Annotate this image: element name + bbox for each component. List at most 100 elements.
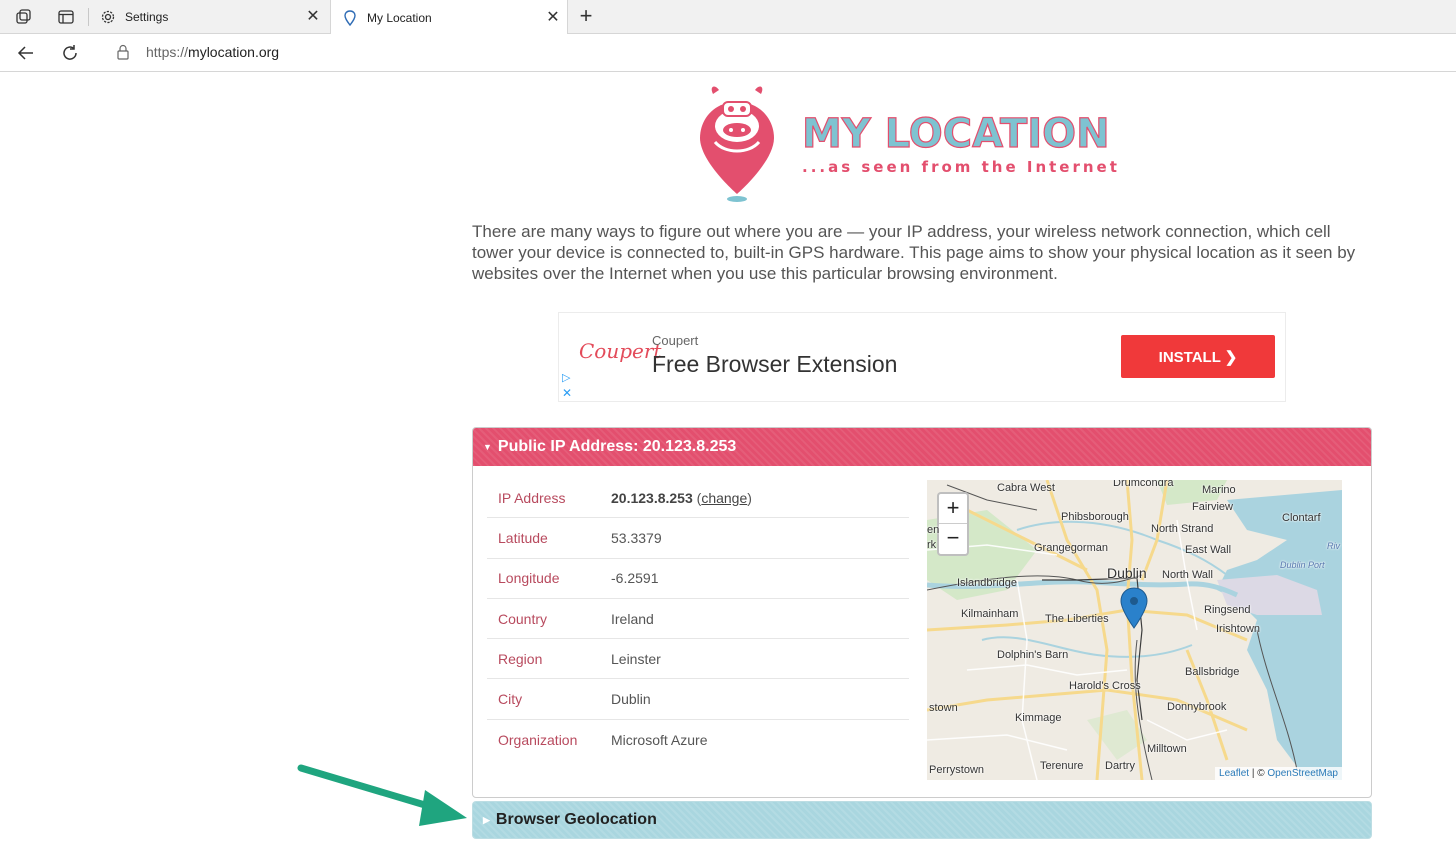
location-pin-icon — [341, 9, 359, 27]
caret-right-icon: ▶ — [483, 814, 490, 825]
table-row: Longitude -6.2591 — [487, 559, 909, 599]
map-label: Clontarf — [1282, 512, 1321, 524]
url-protocol: https:// — [146, 44, 189, 60]
map-label: Phibsborough — [1061, 511, 1129, 523]
map-label: Irishtown — [1216, 623, 1261, 635]
map-label: Perrystown — [929, 764, 985, 776]
map-label: Drumcondra — [1113, 480, 1174, 489]
row-key: IP Address — [498, 489, 566, 506]
close-tab-icon[interactable]: ✕ — [305, 9, 321, 25]
location-map[interactable]: + − Cabra West Drumcondra Marino Fairvie… — [927, 480, 1342, 780]
attribution-separator: | © — [1249, 768, 1268, 779]
ad-logo: Coupert — [579, 339, 662, 363]
public-ip-title: Public IP Address: 20.123.8.253 — [497, 438, 737, 455]
ad-close-icon[interactable]: ✕ — [562, 386, 572, 400]
row-value: 20.123.8.253 (change) — [611, 489, 752, 506]
map-label: Milltown — [1147, 743, 1187, 755]
workspaces-icon[interactable] — [14, 7, 34, 27]
gear-icon — [99, 8, 117, 26]
row-key: Region — [498, 650, 543, 667]
tab-strip: Settings ✕ My Location ✕ + — [0, 0, 1456, 35]
map-label: East Wall — [1185, 544, 1232, 556]
map-label: Grangegorman — [1034, 542, 1108, 554]
map-label: Dolphin's Barn — [997, 649, 1069, 661]
map-label: Cabra West — [997, 482, 1055, 494]
table-row: City Dublin — [487, 679, 909, 720]
new-tab-button[interactable]: + — [574, 5, 598, 29]
map-label: Dublin — [1107, 565, 1147, 581]
tab-title: My Location — [367, 10, 432, 25]
intro-text: There are many ways to figure out where … — [472, 222, 1356, 283]
map-label: stown — [929, 702, 958, 714]
map-label: Ballsbridge — [1185, 666, 1240, 678]
logo-title: MY LOCATION — [802, 111, 1110, 157]
table-row: Organization Microsoft Azure — [487, 720, 909, 760]
tab-my-location[interactable]: My Location ✕ — [330, 0, 568, 35]
table-row: IP Address 20.123.8.253 (change) — [487, 478, 909, 519]
url-field[interactable]: https://mylocation.org — [146, 44, 279, 60]
ad-choices-icon[interactable]: ▷ — [562, 371, 570, 384]
row-value: Microsoft Azure — [611, 731, 708, 748]
lock-icon[interactable] — [116, 44, 132, 62]
map-label: Fairview — [1192, 501, 1233, 513]
url-host: mylocation.org — [188, 44, 280, 60]
address-bar: https://mylocation.org — [0, 34, 1456, 72]
change-link[interactable]: change — [701, 490, 747, 506]
leaflet-link[interactable]: Leaflet — [1219, 768, 1249, 779]
refresh-button[interactable] — [59, 42, 81, 64]
osm-link[interactable]: OpenStreetMap — [1267, 768, 1338, 779]
browser-geolocation-title: Browser Geolocation — [495, 811, 657, 828]
tab-title: Settings — [125, 10, 169, 24]
map-label: Kimmage — [1015, 712, 1062, 724]
zoom-in-button[interactable]: + — [939, 494, 967, 524]
map-label: North Wall — [1162, 569, 1213, 581]
ip-info-table: IP Address 20.123.8.253 (change) Latitud… — [487, 478, 909, 760]
cow-pin-icon: MY LOCATION ...as seen from the Internet — [700, 86, 1120, 202]
site-logo[interactable]: MY LOCATION ...as seen from the Internet — [695, 82, 1135, 202]
map-tiles — [927, 480, 1342, 780]
zoom-out-button[interactable]: − — [939, 524, 967, 554]
install-button[interactable]: INSTALL ❯ — [1121, 335, 1275, 378]
ad-banner[interactable]: Coupert Coupert Free Browser Extension I… — [558, 312, 1286, 402]
close-tab-icon[interactable]: ✕ — [545, 9, 561, 26]
browser-geolocation-header[interactable]: ▶ Browser Geolocation — [472, 801, 1372, 839]
row-value: 53.3379 — [611, 529, 662, 546]
refresh-icon — [63, 45, 77, 60]
map-label: Marino — [1202, 484, 1236, 496]
map-label: Kilmainham — [961, 608, 1019, 620]
public-ip-header[interactable]: ▼ Public IP Address: 20.123.8.253 — [473, 428, 1371, 466]
row-value: Leinster — [611, 650, 661, 667]
back-button[interactable] — [15, 42, 37, 64]
table-row: Latitude 53.3379 — [487, 518, 909, 559]
annotation-arrow-icon — [297, 764, 467, 826]
ip-value: 20.123.8.253 — [611, 489, 693, 506]
row-key: Longitude — [498, 570, 560, 587]
ad-title: Free Browser Extension — [652, 351, 898, 377]
map-zoom-control: + − — [937, 492, 969, 556]
map-label: North Strand — [1151, 523, 1214, 535]
row-value: Ireland — [611, 610, 654, 627]
map-label: Riv — [1327, 541, 1340, 551]
vertical-tabs-icon[interactable] — [56, 7, 76, 27]
tab-settings[interactable]: Settings ✕ — [89, 0, 327, 34]
row-key: City — [498, 691, 523, 708]
map-attribution: Leaflet | © OpenStreetMap — [1215, 767, 1342, 780]
logo-tagline: ...as seen from the Internet — [802, 158, 1120, 176]
map-label: The Liberties — [1045, 613, 1109, 625]
map-label: Dublin Port — [1280, 560, 1325, 570]
public-ip-panel: ▼ Public IP Address: 20.123.8.253 IP Add… — [472, 427, 1372, 798]
row-key: Country — [498, 610, 548, 627]
map-label: en — [927, 524, 940, 536]
map-label: Ringsend — [1204, 604, 1251, 616]
row-key: Organization — [498, 731, 578, 748]
map-label: Islandbridge — [957, 577, 1017, 589]
row-value: -6.2591 — [611, 570, 659, 587]
map-label: Donnybrook — [1167, 701, 1227, 713]
page-content: MY LOCATION ...as seen from the Internet… — [0, 72, 1456, 843]
table-row: Region Leinster — [487, 639, 909, 680]
caret-down-icon: ▼ — [483, 442, 492, 452]
row-value: Dublin — [611, 691, 651, 708]
ad-brand: Coupert — [652, 333, 699, 348]
table-row: Country Ireland — [487, 599, 909, 640]
map-label: rk — [927, 539, 937, 551]
